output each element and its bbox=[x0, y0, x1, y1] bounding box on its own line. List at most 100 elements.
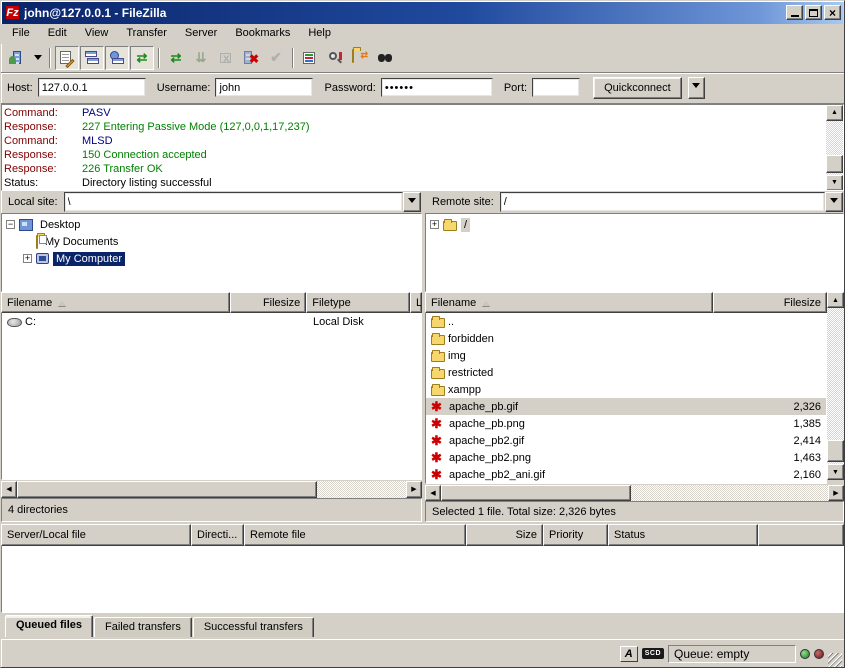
expand-icon[interactable]: + bbox=[23, 254, 32, 263]
column-remote-file[interactable]: Remote file bbox=[244, 524, 466, 546]
toggle-remote-treeview-button[interactable] bbox=[105, 46, 129, 70]
local-site-combo[interactable] bbox=[64, 192, 421, 212]
password-input[interactable] bbox=[381, 78, 493, 97]
quickconnect-dropdown-button[interactable] bbox=[688, 77, 705, 99]
remote-vertical-scrollbar[interactable]: ▲ ▼ bbox=[827, 292, 844, 480]
menu-edit[interactable]: Edit bbox=[39, 25, 76, 42]
remote-file-row[interactable]: xampp bbox=[426, 381, 826, 398]
remote-file-row[interactable]: restricted bbox=[426, 364, 826, 381]
local-site-input[interactable] bbox=[64, 192, 403, 212]
remote-file-row[interactable]: ✱apache_pb2.png 1,463 bbox=[426, 449, 826, 466]
refresh-button[interactable]: ⇄ bbox=[164, 46, 188, 70]
scroll-down-button[interactable]: ▼ bbox=[826, 175, 843, 191]
quickconnect-button[interactable]: Quickconnect bbox=[593, 77, 682, 99]
log-vertical-scrollbar[interactable]: ▲ ▼ bbox=[826, 105, 843, 191]
local-site-dropdown-button[interactable] bbox=[403, 192, 421, 212]
tree-item-my-documents[interactable]: My Documents bbox=[6, 233, 421, 250]
datatype-indicator[interactable]: A bbox=[620, 646, 638, 662]
local-directory-tree[interactable]: − Desktop My Documents + My Computer bbox=[1, 213, 422, 292]
local-file-row[interactable]: C: Local Disk bbox=[2, 313, 421, 330]
column-filesize[interactable]: Filesize bbox=[713, 292, 827, 313]
remote-file-row[interactable]: ✱apache_pb2.gif 2,414 bbox=[426, 432, 826, 449]
toggle-local-treeview-button[interactable] bbox=[80, 46, 104, 70]
column-filename[interactable]: Filename bbox=[425, 292, 713, 313]
column-status[interactable]: Status bbox=[608, 524, 758, 546]
column-size[interactable]: Size bbox=[466, 524, 543, 546]
resize-grip[interactable] bbox=[828, 653, 842, 667]
scrollbar-track[interactable] bbox=[441, 485, 828, 500]
menu-help[interactable]: Help bbox=[299, 25, 340, 42]
local-horizontal-scrollbar[interactable]: ◀ ▶ bbox=[1, 480, 422, 498]
tab-queued-files[interactable]: Queued files bbox=[5, 615, 93, 637]
synchronized-browsing-button[interactable] bbox=[373, 46, 397, 70]
remote-directory-tree[interactable]: + / bbox=[425, 213, 844, 292]
cancel-operation-button[interactable]: x bbox=[214, 46, 238, 70]
remote-file-row[interactable]: .. bbox=[426, 313, 826, 330]
minimize-button[interactable] bbox=[786, 5, 803, 20]
scroll-right-button[interactable]: ▶ bbox=[406, 481, 422, 498]
menu-transfer[interactable]: Transfer bbox=[117, 25, 176, 42]
tree-item-desktop[interactable]: − Desktop bbox=[6, 216, 421, 233]
site-manager-dropdown-button[interactable] bbox=[30, 46, 45, 70]
column-server-local-file[interactable]: Server/Local file bbox=[1, 524, 191, 546]
scroll-up-button[interactable]: ▲ bbox=[827, 292, 844, 308]
column-priority[interactable]: Priority bbox=[543, 524, 608, 546]
scrollbar-track[interactable] bbox=[827, 308, 844, 464]
title-bar[interactable]: Fz john@127.0.0.1 - FileZilla × bbox=[2, 2, 843, 24]
menu-server[interactable]: Server bbox=[176, 25, 226, 42]
tree-item-root[interactable]: + / bbox=[430, 216, 843, 233]
menu-bookmarks[interactable]: Bookmarks bbox=[226, 25, 299, 42]
column-filename[interactable]: Filename bbox=[1, 292, 230, 313]
remote-horizontal-scrollbar[interactable]: ◀ ▶ bbox=[425, 484, 844, 500]
scrollbar-thumb[interactable] bbox=[827, 440, 844, 462]
remote-file-row[interactable]: forbidden bbox=[426, 330, 826, 347]
queue-list[interactable] bbox=[1, 546, 844, 613]
scrollbar-track[interactable] bbox=[17, 481, 406, 498]
column-direction[interactable]: Directi... bbox=[191, 524, 244, 546]
tab-successful-transfers[interactable]: Successful transfers bbox=[193, 617, 314, 637]
find-files-button[interactable] bbox=[323, 46, 347, 70]
scrollbar-thumb[interactable] bbox=[441, 485, 631, 500]
verify-button[interactable]: ✔ bbox=[264, 46, 288, 70]
scrollbar-track[interactable] bbox=[826, 121, 843, 175]
site-manager-button[interactable] bbox=[5, 46, 29, 70]
process-queue-button[interactable]: ⇊ bbox=[189, 46, 213, 70]
message-log[interactable]: Command:PASV Response:227 Entering Passi… bbox=[1, 104, 844, 192]
column-last-modified[interactable]: L bbox=[410, 292, 422, 313]
host-input[interactable] bbox=[38, 78, 146, 97]
collapse-icon[interactable]: − bbox=[6, 220, 15, 229]
remote-file-row[interactable]: ✱apache_pb2_ani.gif 2,160 bbox=[426, 466, 826, 483]
menu-view[interactable]: View bbox=[76, 25, 118, 42]
column-filetype[interactable]: Filetype bbox=[306, 292, 410, 313]
scroll-left-button[interactable]: ◀ bbox=[1, 481, 17, 498]
scroll-up-button[interactable]: ▲ bbox=[826, 105, 843, 121]
remote-site-combo[interactable] bbox=[500, 192, 843, 212]
toggle-transfer-queue-button[interactable]: ⇄ bbox=[130, 46, 154, 70]
local-file-list[interactable]: C: Local Disk bbox=[1, 313, 422, 480]
remote-site-dropdown-button[interactable] bbox=[825, 192, 843, 212]
tree-item-my-computer[interactable]: + My Computer bbox=[6, 250, 421, 267]
directory-comparison-button[interactable]: ⇄ bbox=[348, 46, 372, 70]
filter-button[interactable] bbox=[298, 46, 322, 70]
remote-file-row-selected[interactable]: ✱apache_pb.gif 2,326 bbox=[426, 398, 826, 415]
menu-file[interactable]: File bbox=[3, 25, 39, 42]
disconnect-button[interactable]: ✖ bbox=[239, 46, 263, 70]
expand-icon[interactable]: + bbox=[430, 220, 439, 229]
remote-file-row[interactable]: ✱apache_pb.png 1,385 bbox=[426, 415, 826, 432]
port-input[interactable] bbox=[532, 78, 580, 97]
tab-failed-transfers[interactable]: Failed transfers bbox=[94, 617, 192, 637]
toggle-message-log-button[interactable] bbox=[55, 46, 79, 70]
maximize-button[interactable] bbox=[805, 5, 822, 20]
scroll-down-button[interactable]: ▼ bbox=[827, 464, 844, 480]
scrollbar-thumb[interactable] bbox=[17, 481, 317, 498]
column-filesize[interactable]: Filesize bbox=[230, 292, 306, 313]
speedlimit-indicator[interactable]: SCD bbox=[642, 648, 664, 659]
remote-file-list[interactable]: .. forbidden img restricted bbox=[425, 313, 827, 484]
username-input[interactable] bbox=[215, 78, 313, 97]
remote-site-input[interactable] bbox=[500, 192, 825, 212]
scroll-left-button[interactable]: ◀ bbox=[425, 485, 441, 500]
scrollbar-thumb[interactable] bbox=[826, 155, 843, 173]
remote-file-row[interactable]: img bbox=[426, 347, 826, 364]
close-button[interactable]: × bbox=[824, 5, 841, 20]
scroll-right-button[interactable]: ▶ bbox=[828, 485, 844, 500]
